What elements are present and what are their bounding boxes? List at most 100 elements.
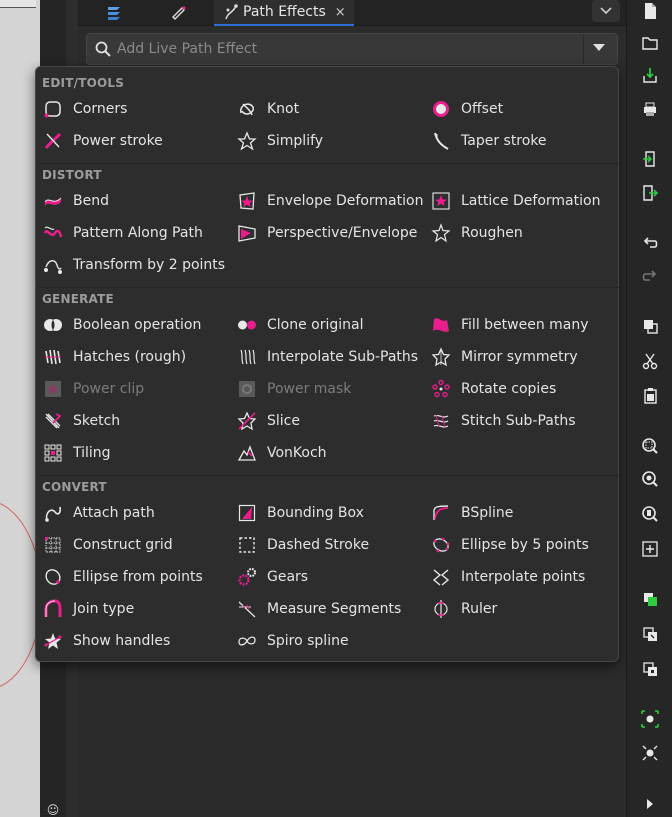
- copy-button[interactable]: [639, 315, 661, 337]
- slice-icon: [236, 410, 258, 432]
- effect-item-bend[interactable]: Bend: [42, 189, 234, 213]
- cut-button[interactable]: [639, 350, 661, 372]
- open-folder-icon: [642, 37, 658, 50]
- effect-item-ellipse-from-points[interactable]: Ellipse from points: [42, 565, 234, 589]
- dropdown-arrow-icon[interactable]: [593, 44, 605, 51]
- section-separator: [37, 163, 619, 164]
- zoom-page-button[interactable]: [639, 503, 661, 525]
- interpolate-points-icon: [430, 566, 452, 588]
- ungroup-button[interactable]: [639, 742, 661, 764]
- effect-item-rotate-copies[interactable]: Rotate copies: [430, 377, 622, 401]
- group-button[interactable]: [639, 708, 661, 730]
- effect-item-offset[interactable]: Offset: [430, 97, 622, 121]
- redo-button[interactable]: [639, 265, 661, 287]
- section-header-generate: GENERATE: [42, 292, 114, 306]
- effect-item-bspline[interactable]: BSpline: [430, 501, 622, 525]
- corners-icon: [42, 98, 64, 120]
- close-tab-icon[interactable]: ×: [335, 5, 346, 20]
- effect-item-label: VonKoch: [267, 445, 327, 461]
- effect-item-sketch[interactable]: Sketch: [42, 409, 234, 433]
- effect-item-label: Construct grid: [73, 537, 173, 553]
- effect-item-bounding-box[interactable]: Bounding Box: [236, 501, 428, 525]
- layers-tab-icon[interactable]: [98, 0, 130, 24]
- effect-item-lattice-deformation[interactable]: Lattice Deformation: [430, 189, 622, 213]
- effect-item-dashed-stroke[interactable]: Dashed Stroke: [236, 533, 428, 557]
- effect-item-stitch-subpaths[interactable]: Stitch Sub-Paths: [430, 409, 622, 433]
- export-button[interactable]: [639, 182, 661, 204]
- effect-item-measure-segments[interactable]: Measure Segments: [236, 597, 428, 621]
- redo-icon: [642, 270, 657, 281]
- taper-stroke-icon: [430, 130, 452, 152]
- effect-item-interpolate-subpaths[interactable]: Interpolate Sub-Paths: [236, 345, 428, 369]
- effect-item-clone-original[interactable]: Clone original: [236, 313, 428, 337]
- effect-item-fill-between-many[interactable]: Fill between many: [430, 313, 622, 337]
- effect-item-knot[interactable]: Knot: [236, 97, 428, 121]
- zoom-center-button[interactable]: [639, 538, 661, 560]
- zoom-selection-button[interactable]: [639, 435, 661, 457]
- zoom-drawing-button[interactable]: [639, 468, 661, 490]
- effect-item-label: Hatches (rough): [73, 349, 187, 365]
- effect-item-ellipse-5pts[interactable]: Ellipse by 5 points: [430, 533, 622, 557]
- effect-item-show-handles[interactable]: Show handles: [42, 629, 234, 653]
- effect-item-gears[interactable]: Gears: [236, 565, 428, 589]
- effect-item-label: Measure Segments: [267, 601, 402, 617]
- search-input[interactable]: [117, 34, 577, 64]
- effect-item-slice[interactable]: Slice: [236, 409, 428, 433]
- import-icon: [643, 151, 655, 167]
- effect-item-hatches[interactable]: Hatches (rough): [42, 345, 234, 369]
- effect-item-vonkoch[interactable]: VonKoch: [236, 441, 428, 465]
- effect-item-mirror-symmetry[interactable]: Mirror symmetry: [430, 345, 622, 369]
- search-icon: [95, 41, 111, 57]
- effect-item-join-type[interactable]: Join type: [42, 597, 234, 621]
- zoom-page-icon: [642, 506, 658, 522]
- effect-item-label: Bend: [73, 193, 109, 209]
- effect-item-boolean-operation[interactable]: Boolean operation: [42, 313, 234, 337]
- effect-item-power-clip: Power clip: [42, 377, 234, 401]
- tab-path-effects[interactable]: Path Effects ×: [214, 0, 354, 26]
- group-icon: [641, 710, 659, 728]
- pen-tab-icon[interactable]: [162, 0, 194, 24]
- canvas-area[interactable]: [0, 0, 40, 817]
- search-box[interactable]: [86, 33, 618, 65]
- effect-item-label: Transform by 2 points: [73, 257, 226, 273]
- effect-item-taper-stroke[interactable]: Taper stroke: [430, 129, 622, 153]
- effect-item-interpolate-points[interactable]: Interpolate points: [430, 565, 622, 589]
- effect-item-transform-2pts[interactable]: Transform by 2 points: [42, 253, 234, 277]
- save-button[interactable]: [639, 64, 661, 86]
- bottom-left-icon[interactable]: ☺: [42, 803, 64, 817]
- paste-button[interactable]: [639, 385, 661, 407]
- effect-item-tiling[interactable]: Tiling: [42, 441, 234, 465]
- effect-item-power-stroke[interactable]: Power stroke: [42, 129, 234, 153]
- undo-button[interactable]: [639, 232, 661, 254]
- unlink-clone-button[interactable]: [639, 658, 661, 680]
- effect-item-spiro-spline[interactable]: Spiro spline: [236, 629, 428, 653]
- effect-item-ruler[interactable]: Ruler: [430, 597, 622, 621]
- effect-item-label: Fill between many: [461, 317, 589, 333]
- effect-item-label: Taper stroke: [461, 133, 547, 149]
- import-button[interactable]: [639, 148, 661, 170]
- dock-tabbar: Path Effects ×: [78, 0, 626, 26]
- effect-item-envelope-deformation[interactable]: Envelope Deformation: [236, 189, 428, 213]
- print-button[interactable]: [639, 98, 661, 120]
- effect-item-attach-path[interactable]: Attach path: [42, 501, 234, 525]
- effect-item-perspective-envelope[interactable]: Perspective/Envelope: [236, 221, 428, 245]
- bounding-box-icon: [236, 502, 258, 524]
- duplicate-button[interactable]: [639, 588, 661, 610]
- power-stroke-icon: [42, 130, 64, 152]
- clone-button[interactable]: [639, 623, 661, 645]
- effect-item-label: Rotate copies: [461, 381, 557, 397]
- tab-menu-button[interactable]: [592, 0, 620, 22]
- open-folder-button[interactable]: [639, 32, 661, 54]
- effect-item-label: Show handles: [73, 633, 171, 649]
- effect-item-construct-grid[interactable]: Construct grid: [42, 533, 234, 557]
- zoom-drawing-icon: [642, 471, 658, 487]
- expand-toolbar-button[interactable]: [639, 793, 661, 815]
- effect-item-roughen[interactable]: Roughen: [430, 221, 622, 245]
- effect-item-pattern-along-path[interactable]: Pattern Along Path: [42, 221, 234, 245]
- effect-item-label: Tiling: [73, 445, 111, 461]
- new-document-button[interactable]: [639, 0, 661, 22]
- bspline-icon: [430, 502, 452, 524]
- effect-item-corners[interactable]: Corners: [42, 97, 234, 121]
- effect-item-simplify[interactable]: Simplify: [236, 129, 428, 153]
- offset-icon: [430, 98, 452, 120]
